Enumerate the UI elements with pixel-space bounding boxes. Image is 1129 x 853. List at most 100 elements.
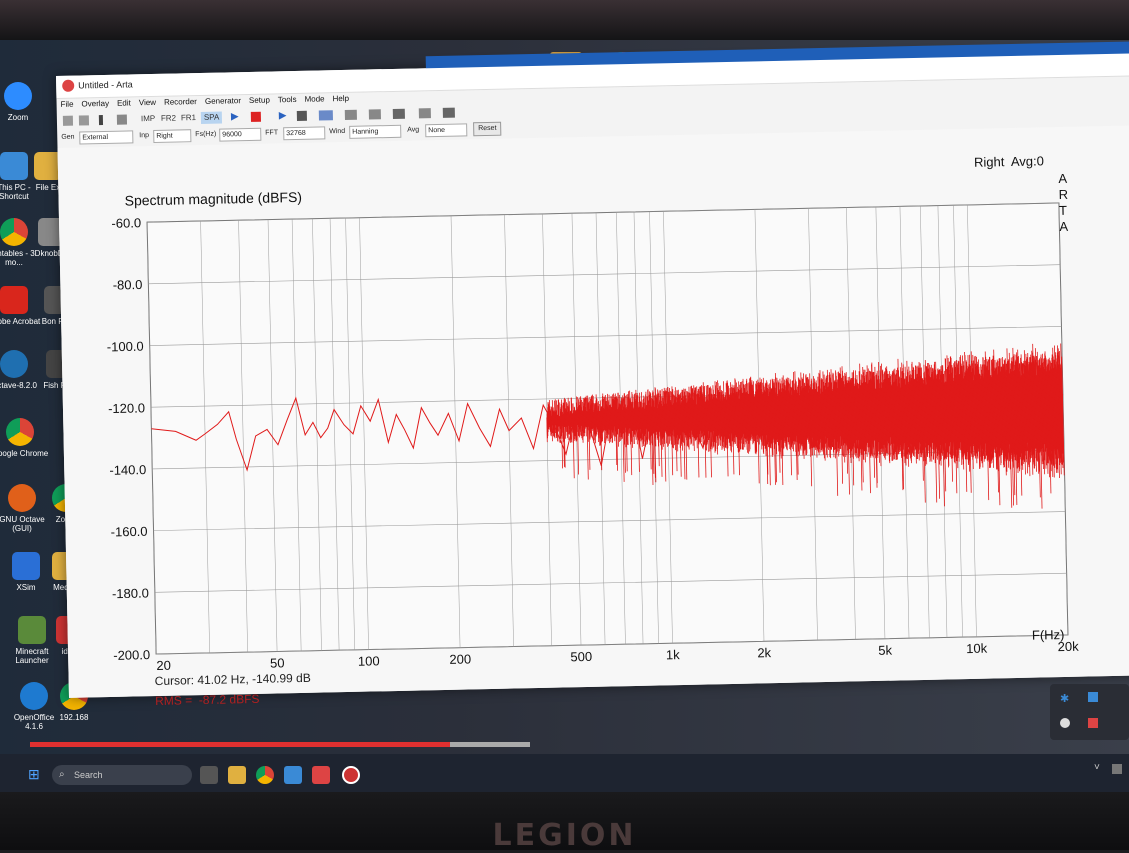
x-tick-label: 2k [757,645,772,660]
open-icon[interactable] [62,115,74,126]
x-tick-label: 1k [666,647,681,662]
wind-select[interactable]: Hanning [349,124,402,139]
x-tick-label: 20 [156,658,171,673]
search-placeholder: Search [74,770,103,780]
x-tick-label: 500 [570,649,592,664]
acrobat-icon [0,286,28,314]
mode-spa-button[interactable]: SPA [200,111,223,124]
y-tick-label: -180.0 [112,585,149,601]
avg-select[interactable]: None [425,123,468,138]
menu-view[interactable]: View [135,96,160,110]
y-tick-label: -160.0 [111,524,148,540]
watermark-letter: A [1058,170,1068,187]
record-icon[interactable] [318,110,333,121]
play-icon[interactable]: ▶ [231,111,239,123]
fft-select[interactable]: 32768 [283,126,326,141]
tray-icon[interactable] [1112,764,1122,774]
app-tray-icon[interactable] [1060,718,1070,728]
wind-label: Wind [329,127,346,136]
x-tick-label: 5k [878,643,893,658]
stop-gen-icon[interactable] [296,110,307,121]
x-tick-label: 200 [449,651,471,666]
spectrum-plot[interactable]: 20 50 100 200 500 1k 2k 5k 10k 20k-60.0-80.0-100.… [58,125,1129,697]
app-icon[interactable] [312,766,330,784]
menu-setup[interactable]: Setup [245,93,274,107]
mode-fr1-button[interactable]: FR1 [181,112,196,124]
rms-readout: RMS = -87.2 dBFS [154,691,260,709]
avg-label: Avg [407,126,420,134]
chrome-icon [6,418,34,446]
y-tick-label: -120.0 [108,400,145,416]
arta-watermark: A R T A [1058,171,1069,235]
inp-label: Inp [139,132,150,140]
menu-edit[interactable]: Edit [113,96,135,109]
y-tick-label: -100.0 [107,339,144,355]
watermark-letter: R [1058,186,1069,203]
settings-icon[interactable] [442,107,455,118]
network-icon[interactable] [1088,692,1098,702]
gen-label: Gen [61,133,75,141]
monitor-bezel-top [0,0,1129,40]
file-explorer-icon[interactable] [228,766,246,784]
video-buffer-bar [450,742,530,747]
octave-icon [0,350,28,378]
menu-mode[interactable]: Mode [300,92,328,106]
scope-icon[interactable] [392,108,405,119]
reset-button[interactable]: Reset [473,121,502,137]
watermark-letter: A [1059,218,1069,235]
x-tick-label: 10k [966,641,988,656]
bluetooth-icon[interactable]: ✱ [1060,692,1069,705]
menu-overlay[interactable]: Overlay [77,97,113,111]
play-once-icon[interactable]: ▶ [279,110,287,122]
y-tick-label: -140.0 [109,462,146,478]
y-tick-label: -60.0 [111,215,141,231]
menu-generator[interactable]: Generator [201,94,245,108]
monitor-brand-logo: LEGION [492,818,637,853]
app-tray-icon[interactable] [1088,718,1098,728]
plot-area: 20 50 100 200 500 1k 2k 5k 10k 20k -60.0 -80.0 -100.… [57,125,1129,708]
video-progress-bar[interactable] [30,742,450,747]
octave-icon [8,484,36,512]
watermark-letter: T [1058,202,1068,219]
menu-file[interactable]: File [56,98,77,111]
x-tick-label: 100 [358,653,380,668]
taskbar: ⊞ ⌕ Search ˅ [0,754,1129,794]
mode-fr2-button[interactable]: FR2 [161,112,176,124]
inp-select[interactable]: Right [153,129,192,143]
mode-imp-button[interactable]: IMP [141,113,155,125]
arta-taskbar-icon[interactable] [342,766,360,784]
desktop-icon-chrome[interactable]: Google Chrome [0,418,50,458]
monitor-icon[interactable] [284,766,302,784]
wave-icon[interactable] [368,109,381,120]
search-icon: ⌕ [59,769,65,780]
x-tick-label: 50 [270,655,285,670]
stop-icon[interactable] [250,111,262,122]
task-view-icon[interactable] [200,766,218,784]
fs-label: Fs(Hz) [195,130,217,139]
y-tick-label: -200.0 [113,647,150,663]
save-icon[interactable] [78,115,90,126]
menu-help[interactable]: Help [328,92,353,106]
graph-icon[interactable] [418,108,431,119]
y-tick-label: -80.0 [113,277,143,293]
fs-select[interactable]: 96000 [219,127,262,142]
grid-icon[interactable] [116,114,128,125]
desktop-icon-zoom[interactable]: Zoom [0,82,48,122]
gen-select[interactable]: External [79,130,134,145]
chrome-icon[interactable] [256,766,274,784]
x-axis-label: F(Hz) [1031,627,1065,643]
pause-icon[interactable] [98,115,104,126]
windows-start-icon[interactable]: ⊞ [28,766,44,782]
window-icon[interactable] [344,109,357,120]
channel-status: Right Avg:0 [973,153,1045,170]
menu-tools[interactable]: Tools [274,93,301,107]
chevron-up-icon[interactable]: ˅ [1094,762,1100,773]
arta-window[interactable]: Untitled - Arta File Overlay Edit View Recor… [56,41,1129,708]
taskbar-search[interactable]: ⌕ Search [52,765,192,785]
fft-label: FFT [265,129,279,137]
system-tray-popup[interactable]: ✱ [1050,684,1129,740]
zoom-icon [4,82,32,110]
arta-app-icon [62,79,75,92]
menu-recorder[interactable]: Recorder [160,95,201,109]
window-title: Untitled - Arta [78,79,133,91]
